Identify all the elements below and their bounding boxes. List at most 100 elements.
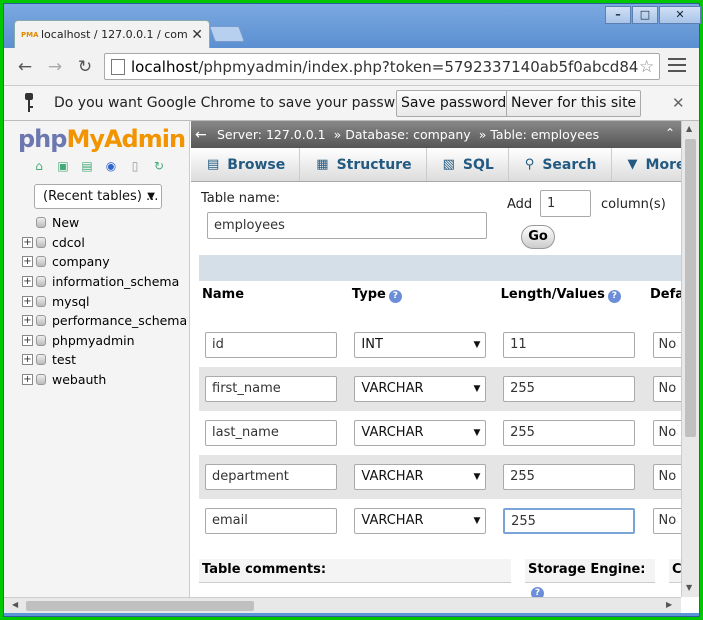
column-length-input[interactable]: 255 (503, 420, 636, 446)
home-icon[interactable]: ⌂ (30, 159, 48, 175)
tab-search[interactable]: ⚲ Search (509, 148, 612, 181)
column-length-input[interactable]: 255 (503, 464, 636, 490)
help-icon[interactable]: ? (607, 290, 621, 303)
close-infobar-icon[interactable]: ✕ (672, 94, 685, 112)
scroll-left-icon[interactable]: ◀ (12, 600, 18, 609)
close-tab-icon[interactable]: ✕ (191, 27, 203, 43)
expand-icon[interactable]: + (22, 354, 33, 366)
scroll-right-icon[interactable]: ▶ (666, 600, 672, 609)
chevron-down-icon: ▼ (473, 384, 481, 394)
phpmyadmin-logo[interactable]: phpMyAdmin (18, 125, 186, 153)
pma-favicon-icon: PMA (21, 30, 39, 39)
expand-icon[interactable]: + (22, 276, 33, 288)
minimize-button[interactable]: – (605, 6, 631, 24)
tab-title: localhost / 127.0.0.1 / compa (41, 28, 188, 41)
new-tab-button[interactable] (209, 26, 245, 42)
refresh-icon[interactable]: ↻ (150, 159, 168, 175)
table-name-label: Table name: (201, 191, 280, 206)
logout-icon[interactable]: ▣ (54, 159, 72, 175)
column-type-select[interactable]: VARCHAR ▼ (354, 420, 487, 446)
table-header-row: Name Type? Length/Values? Defa (199, 281, 681, 323)
column-length-input[interactable]: 255 (503, 376, 636, 402)
tree-item-db[interactable]: + cdcol (22, 233, 187, 253)
copy-icon[interactable]: ▯ (126, 159, 144, 175)
chrome-menu-icon[interactable] (668, 58, 686, 76)
tree-item-db[interactable]: + information_schema (22, 272, 187, 292)
tree-item-db[interactable]: + test (22, 350, 187, 370)
column-name-input[interactable]: id (205, 332, 337, 358)
expand-icon[interactable]: + (22, 256, 33, 268)
tab-structure[interactable]: ▦ Structure (300, 148, 427, 181)
column-default-select[interactable]: No (652, 508, 681, 534)
sql-icon: ▧ (442, 157, 455, 172)
page-icon (111, 58, 125, 75)
expand-icon[interactable]: + (22, 236, 33, 248)
scroll-up-icon[interactable]: ▲ (686, 124, 692, 133)
add-columns-input[interactable]: 1 (540, 190, 591, 217)
recent-tables-select[interactable]: (Recent tables) ... ▼ (34, 184, 162, 209)
new-db-icon (36, 217, 46, 229)
tree-item-db[interactable]: + company (22, 252, 187, 272)
collapse-icon[interactable]: ⌃ (665, 126, 675, 140)
expand-icon[interactable]: + (22, 334, 33, 346)
column-type-select[interactable]: INT ▼ (354, 332, 487, 358)
column-default-select[interactable]: No (652, 464, 681, 490)
breadcrumb-database[interactable]: Database: company (345, 127, 470, 142)
tree-item-db[interactable]: + phpmyadmin (22, 331, 187, 351)
table-header-band (199, 255, 681, 281)
horizontal-scroll-thumb[interactable] (26, 601, 254, 611)
column-type-select[interactable]: VARCHAR ▼ (354, 376, 487, 402)
horizontal-scrollbar[interactable]: ◀ ▶ (4, 597, 681, 613)
help-icon[interactable]: ? (531, 587, 544, 597)
back-arrow-icon[interactable]: ← (195, 127, 217, 143)
tree-item-new[interactable]: New (22, 213, 187, 233)
bookmark-star-icon[interactable]: ☆ (639, 57, 659, 77)
column-default-select[interactable]: No (652, 376, 681, 402)
vertical-scrollbar[interactable]: ▲ ▼ (681, 121, 699, 597)
save-password-button[interactable]: Save password (396, 90, 512, 117)
docs-icon[interactable]: ◉ (102, 159, 120, 175)
forward-arrow-icon[interactable]: → (44, 56, 66, 78)
browse-icon: ▤ (207, 157, 220, 172)
column-default-select[interactable]: No (652, 420, 681, 446)
never-for-this-site-button[interactable]: Never for this site (506, 90, 642, 117)
column-length-input[interactable]: 11 (503, 332, 636, 358)
column-length-input[interactable]: 255 (503, 508, 636, 534)
column-name-input[interactable]: department (205, 464, 337, 490)
database-icon (36, 315, 46, 327)
columns-table: Name Type? Length/Values? Defa id INT ▼ 1… (199, 281, 681, 543)
url-text: localhost/phpmyadmin/index.php?token=579… (131, 57, 639, 76)
browser-toolbar: ← → ↻ localhost/phpmyadmin/index.php?tok… (4, 48, 699, 86)
column-type-select[interactable]: VARCHAR ▼ (354, 508, 487, 534)
maximize-button[interactable]: □ (632, 6, 658, 24)
tree-item-db[interactable]: + webauth (22, 370, 187, 390)
tree-item-db[interactable]: + mysql (22, 291, 187, 311)
breadcrumb-server[interactable]: Server: 127.0.0.1 (217, 127, 326, 142)
help-icon[interactable]: ? (388, 290, 402, 303)
tab-sql[interactable]: ▧ SQL (427, 148, 509, 181)
query-window-icon[interactable]: ▤ (78, 159, 96, 175)
column-name-input[interactable]: email (205, 508, 337, 534)
tab-browse[interactable]: ▤ Browse (191, 148, 301, 181)
column-default-select[interactable]: No (652, 332, 681, 358)
collation-label: C (669, 559, 681, 583)
expand-icon[interactable]: + (22, 295, 33, 307)
scroll-down-icon[interactable]: ▼ (686, 583, 692, 592)
table-name-input[interactable]: employees (207, 212, 487, 239)
close-window-button[interactable]: ✕ (659, 6, 701, 24)
tab-more[interactable]: ▼ More (612, 148, 681, 181)
address-bar[interactable]: localhost/phpmyadmin/index.php?token=579… (104, 53, 660, 80)
back-arrow-icon[interactable]: ← (14, 56, 36, 78)
tree-item-db[interactable]: + performance_schema (22, 311, 187, 331)
browser-tab[interactable]: PMA localhost / 127.0.0.1 / compa ✕ (14, 20, 210, 48)
header-length: Length/Values? (497, 281, 648, 323)
go-button[interactable]: Go (521, 225, 555, 249)
column-type-select[interactable]: VARCHAR ▼ (354, 464, 487, 490)
column-name-input[interactable]: last_name (205, 420, 337, 446)
reload-icon[interactable]: ↻ (74, 56, 96, 78)
breadcrumb-table[interactable]: Table: employees (490, 127, 599, 142)
column-name-input[interactable]: first_name (205, 376, 337, 402)
expand-icon[interactable]: + (22, 315, 33, 327)
vertical-scroll-thumb[interactable] (685, 139, 696, 437)
expand-icon[interactable]: + (22, 374, 33, 386)
